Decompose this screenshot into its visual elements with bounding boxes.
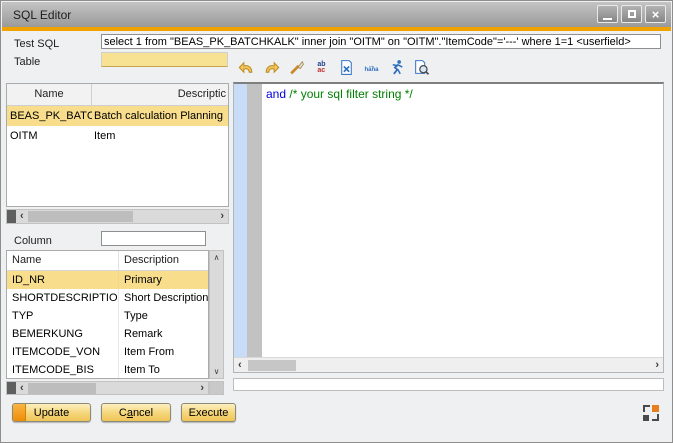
expand-window-icon[interactable]: [643, 405, 659, 421]
table-row-name: BEAS_PK_BATCHKALK: [7, 106, 92, 126]
cancel-button[interactable]: Cancel: [101, 403, 171, 422]
table-description-header: Descriptic: [92, 84, 228, 105]
table-label: Table: [14, 56, 40, 68]
table-row-name: OITM: [7, 126, 92, 146]
column-row[interactable]: ID_NR Primary: [7, 271, 208, 289]
sql-editor-area[interactable]: and /* your sql filter string */ ‹ ›: [233, 82, 664, 373]
column-row[interactable]: TYP Type: [7, 307, 208, 325]
scrollbar-thumb[interactable]: [28, 383, 96, 394]
scroll-left-icon[interactable]: ‹: [234, 359, 246, 372]
column-row-description: Item From: [119, 343, 208, 361]
column-description-header: Description: [119, 251, 208, 270]
editor-message-strip: [233, 378, 664, 391]
table-row-description: Batch calculation Planning: [92, 106, 228, 126]
scrollbar-thumb[interactable]: [28, 211, 133, 222]
editor-selection-margin: [234, 84, 247, 357]
splitter-grip[interactable]: [7, 209, 16, 224]
minimize-button[interactable]: [597, 5, 618, 23]
column-list-vscrollbar[interactable]: ∧ ∨: [209, 250, 224, 379]
editor-gutter: [247, 84, 262, 357]
scroll-right-icon[interactable]: ›: [196, 382, 208, 395]
table-list-header: Name Descriptic: [7, 84, 228, 106]
column-row-description: Remark: [119, 325, 208, 343]
scroll-up-icon[interactable]: ∧: [214, 251, 220, 264]
editor-toolbar: abac →hana: [237, 57, 431, 78]
column-row-description: Type: [119, 307, 208, 325]
maximize-button[interactable]: [621, 5, 642, 23]
column-row[interactable]: BEMERKUNG Remark: [7, 325, 208, 343]
table-row-description: Item: [92, 126, 228, 146]
test-sql-input[interactable]: [101, 34, 661, 49]
table-input[interactable]: [101, 52, 228, 67]
scrollbar-thumb[interactable]: [248, 360, 296, 371]
run-icon[interactable]: [387, 58, 406, 77]
splitter-grip[interactable]: [7, 381, 16, 395]
update-button-label: Update: [34, 407, 69, 419]
scroll-left-icon[interactable]: ‹: [16, 210, 28, 223]
close-document-icon[interactable]: [337, 58, 356, 77]
undo-icon[interactable]: [237, 58, 256, 77]
scroll-right-icon[interactable]: ›: [216, 210, 228, 223]
window-title: SQL Editor: [2, 8, 71, 22]
scroll-down-icon[interactable]: ∨: [214, 365, 220, 378]
column-name-header: Name: [7, 251, 119, 270]
column-row-name: ITEMCODE_VON: [7, 343, 119, 361]
editor-code-line[interactable]: and /* your sql filter string */: [266, 87, 661, 101]
update-button[interactable]: Update: [12, 403, 91, 422]
table-row[interactable]: OITM Item: [7, 126, 228, 146]
column-list-header: Name Description: [7, 251, 208, 271]
column-row[interactable]: SHORTDESCRIPTION Short Description: [7, 289, 208, 307]
titlebar: SQL Editor ×: [2, 2, 671, 27]
column-list: Name Description ID_NR Primary SHORTDESC…: [6, 250, 209, 379]
table-row[interactable]: BEAS_PK_BATCHKALK Batch calculation Plan…: [7, 106, 228, 126]
column-row-description: Short Description: [119, 289, 208, 307]
table-list-hscrollbar[interactable]: ‹ ›: [6, 209, 229, 224]
preview-icon[interactable]: [412, 58, 431, 77]
scroll-right-icon[interactable]: ›: [651, 359, 663, 372]
cancel-button-label: Cancel: [119, 407, 153, 419]
scrollbar-corner: [209, 381, 224, 395]
column-row-name: BEMERKUNG: [7, 325, 119, 343]
maximize-icon: [628, 10, 636, 18]
column-row[interactable]: ITEMCODE_BIS Item To: [7, 361, 208, 379]
minimize-icon: [603, 18, 612, 20]
scroll-left-icon[interactable]: ‹: [16, 382, 28, 395]
column-row[interactable]: ITEMCODE_VON Item From: [7, 343, 208, 361]
format-brush-icon[interactable]: [287, 58, 306, 77]
column-row-description: Primary: [119, 271, 208, 289]
accent-stripe: [2, 27, 671, 31]
execute-button[interactable]: Execute: [181, 403, 236, 422]
close-icon: ×: [652, 8, 660, 21]
column-list-hscrollbar[interactable]: ‹ ›: [6, 381, 209, 395]
sql-editor-window: SQL Editor × Test SQL Table abac →hana: [0, 0, 673, 443]
sql-keyword: and: [266, 87, 286, 101]
redo-icon[interactable]: [262, 58, 281, 77]
column-filter-input[interactable]: [101, 231, 206, 246]
editor-hscrollbar[interactable]: ‹ ›: [234, 357, 663, 372]
to-hana-icon[interactable]: →hana: [362, 58, 381, 77]
close-button[interactable]: ×: [645, 5, 666, 23]
test-sql-label: Test SQL: [14, 38, 59, 50]
default-button-accent: [13, 404, 26, 421]
column-row-name: ID_NR: [7, 271, 119, 289]
window-controls: ×: [597, 5, 666, 23]
execute-button-label: Execute: [189, 407, 229, 419]
column-row-name: ITEMCODE_BIS: [7, 361, 119, 379]
replace-icon[interactable]: abac: [312, 58, 331, 77]
table-name-header: Name: [7, 84, 92, 105]
column-row-name: SHORTDESCRIPTION: [7, 289, 119, 307]
sql-comment: /* your sql filter string */: [289, 87, 412, 101]
column-row-description: Item To: [119, 361, 208, 379]
column-row-name: TYP: [7, 307, 119, 325]
column-filter-label: Column: [14, 235, 52, 247]
table-list: Name Descriptic BEAS_PK_BATCHKALK Batch …: [6, 83, 229, 207]
